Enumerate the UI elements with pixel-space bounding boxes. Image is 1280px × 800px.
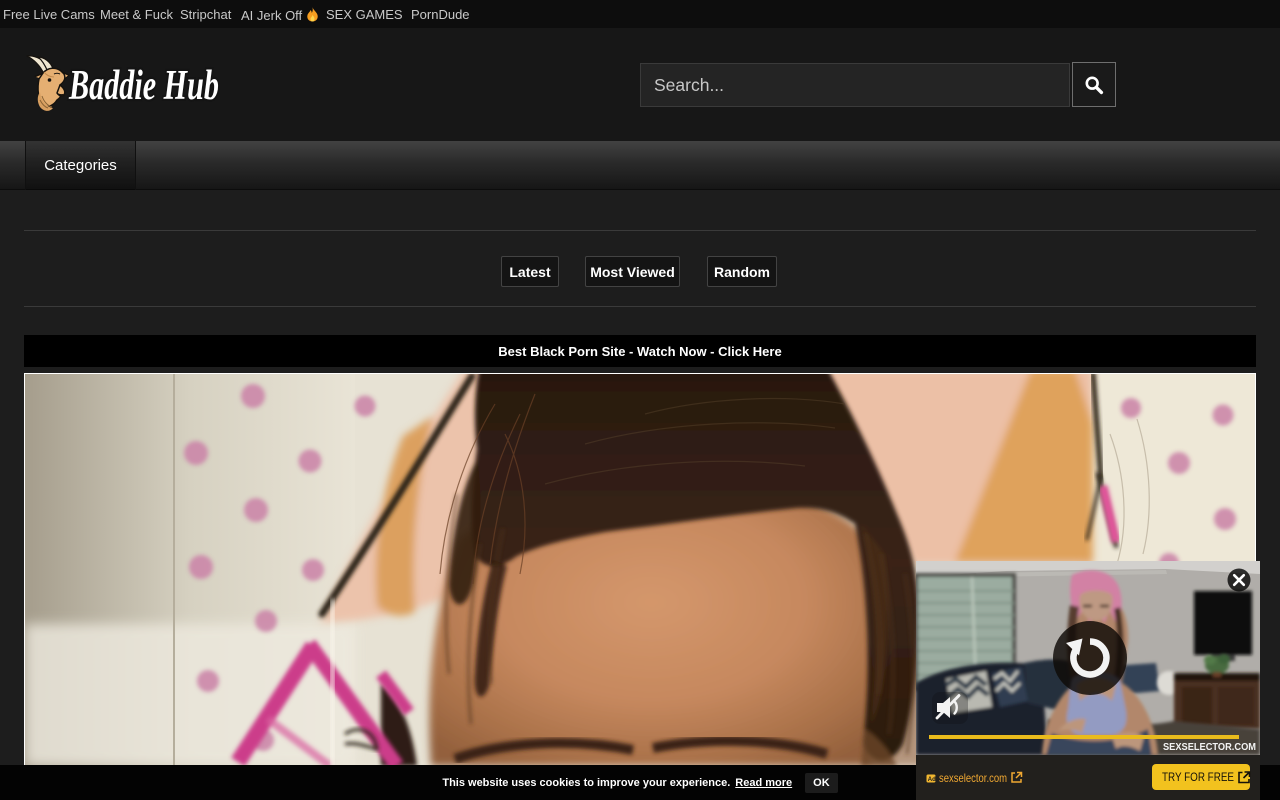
svg-text:Ad: Ad	[928, 777, 936, 783]
svg-text:TRY FOR FREE: TRY FOR FREE	[1162, 772, 1234, 784]
svg-text:Baddie Hub: Baddie Hub	[68, 63, 219, 109]
svg-text:sexselector.com: sexselector.com	[939, 771, 1007, 785]
